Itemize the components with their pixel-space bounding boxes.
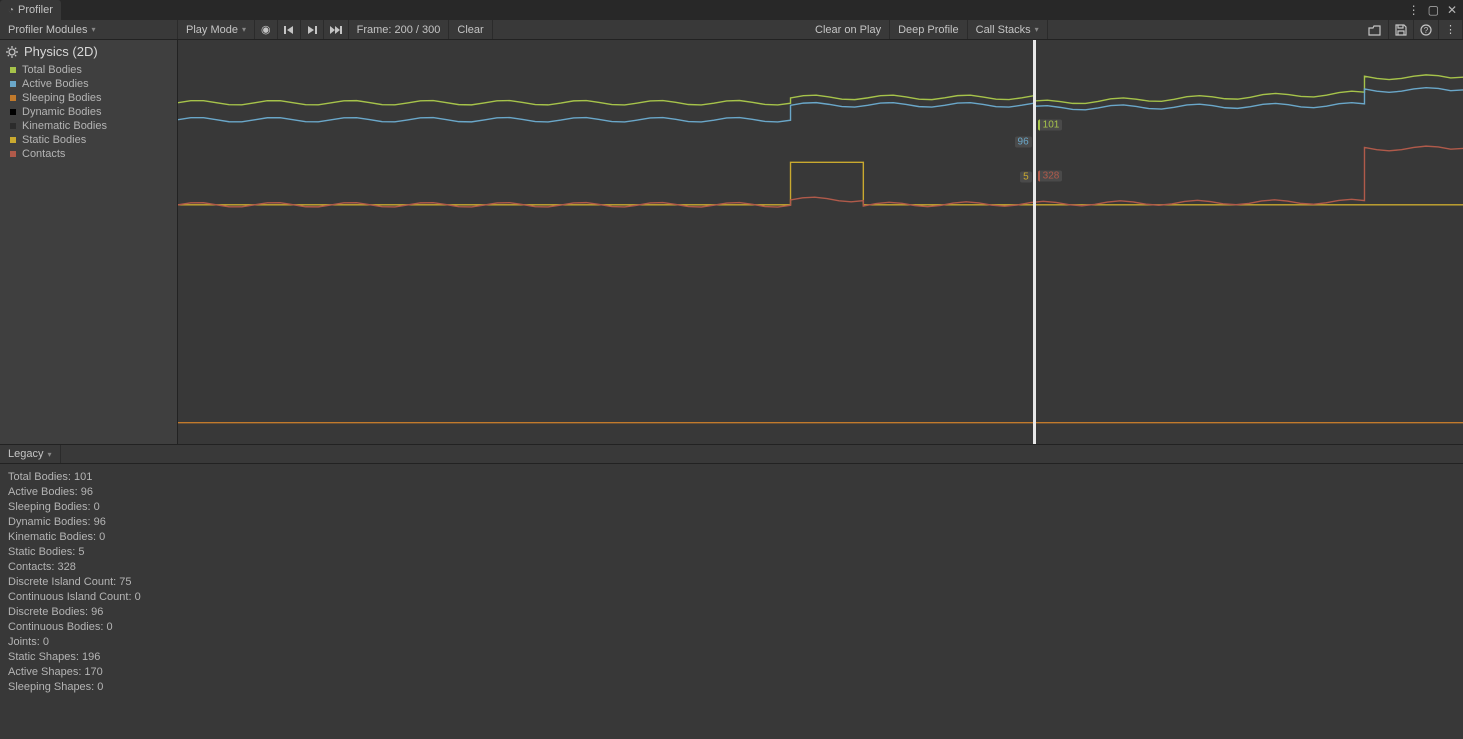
- frame-indicator: Frame: 200 / 300: [349, 20, 450, 39]
- legend-swatch: [10, 123, 16, 129]
- detail-line: Active Bodies: 96: [8, 485, 1455, 500]
- detail-line: Static Shapes: 196: [8, 650, 1455, 665]
- chart-area[interactable]: 96 5 101 328: [178, 40, 1463, 444]
- record-button[interactable]: ◉: [255, 20, 278, 39]
- legend-label: Static Bodies: [22, 134, 86, 146]
- detail-line: Discrete Island Count: 75: [8, 575, 1455, 590]
- call-stacks-dropdown[interactable]: Call Stacks: [968, 20, 1048, 39]
- detail-line: Joints: 0: [8, 635, 1455, 650]
- detail-line: Discrete Bodies: 96: [8, 605, 1455, 620]
- chart-svg: [178, 40, 1463, 444]
- legend-label: Kinematic Bodies: [22, 120, 107, 132]
- menu-icon[interactable]: ⋮: [1439, 20, 1463, 39]
- play-mode-dropdown[interactable]: Play Mode: [178, 20, 255, 39]
- chart-series: [178, 88, 1463, 122]
- legend-swatch: [10, 67, 16, 73]
- legend-item[interactable]: Static Bodies: [0, 133, 177, 147]
- profiler-tab[interactable]: ◔ Profiler: [0, 0, 61, 20]
- legend-item[interactable]: Kinematic Bodies: [0, 119, 177, 133]
- legend-swatch: [10, 109, 16, 115]
- detail-line: Kinematic Bodies: 0: [8, 530, 1455, 545]
- legacy-dropdown[interactable]: Legacy: [0, 445, 61, 463]
- current-frame-button[interactable]: [324, 20, 349, 39]
- help-icon[interactable]: ?: [1414, 20, 1439, 39]
- legend-item[interactable]: Sleeping Bodies: [0, 91, 177, 105]
- legend-label: Contacts: [22, 148, 65, 160]
- detail-line: Dynamic Bodies: 96: [8, 515, 1455, 530]
- legend-label: Total Bodies: [22, 64, 82, 76]
- legend-label: Active Bodies: [22, 78, 89, 90]
- svg-text:?: ?: [1424, 26, 1429, 35]
- legend-swatch: [10, 95, 16, 101]
- save-icon[interactable]: [1389, 20, 1414, 39]
- clear-on-play-button[interactable]: Clear on Play: [807, 20, 890, 39]
- close-icon[interactable]: ✕: [1447, 3, 1457, 17]
- legend-item[interactable]: Contacts: [0, 147, 177, 161]
- toolbar: Profiler Modules Play Mode ◉ Frame: 200 …: [0, 20, 1463, 40]
- legend-swatch: [10, 151, 16, 157]
- detail-line: Sleeping Shapes: 0: [8, 680, 1455, 695]
- cursor-value-label: 96: [1015, 136, 1032, 147]
- details-panel: Total Bodies: 101Active Bodies: 96Sleepi…: [0, 464, 1463, 739]
- next-frame-button[interactable]: [301, 20, 324, 39]
- gear-icon: [6, 46, 18, 58]
- legend-swatch: [10, 81, 16, 87]
- profiler-icon: ◔: [8, 5, 14, 16]
- profiler-modules-dropdown[interactable]: Profiler Modules: [0, 20, 178, 39]
- detail-line: Contacts: 328: [8, 560, 1455, 575]
- module-title: Physics (2D): [24, 44, 98, 59]
- legend-item[interactable]: Dynamic Bodies: [0, 105, 177, 119]
- tab-bar: ◔ Profiler ⋮ ▢ ✕: [0, 0, 1463, 20]
- load-icon[interactable]: [1362, 20, 1389, 39]
- main-area: Physics (2D) Total Bodies Active Bodies Sl…: [0, 40, 1463, 444]
- clear-button[interactable]: Clear: [449, 20, 492, 39]
- profiler-tab-label: Profiler: [18, 4, 53, 16]
- detail-line: Continuous Island Count: 0: [8, 590, 1455, 605]
- deep-profile-button[interactable]: Deep Profile: [890, 20, 968, 39]
- cursor-value-label: 328: [1038, 170, 1063, 181]
- details-toolbar: Legacy: [0, 444, 1463, 464]
- legend-item[interactable]: Active Bodies: [0, 77, 177, 91]
- chart-series: [178, 75, 1463, 105]
- detail-line: Sleeping Bodies: 0: [8, 500, 1455, 515]
- window-buttons: ⋮ ▢ ✕: [1402, 0, 1463, 20]
- maximize-icon[interactable]: ▢: [1428, 3, 1439, 17]
- legend-label: Dynamic Bodies: [22, 106, 101, 118]
- legend-swatch: [10, 137, 16, 143]
- chart-series: [178, 146, 1463, 207]
- legend-item[interactable]: Total Bodies: [0, 63, 177, 77]
- legend-label: Sleeping Bodies: [22, 92, 102, 104]
- sidebar: Physics (2D) Total Bodies Active Bodies Sl…: [0, 40, 178, 444]
- detail-line: Continuous Bodies: 0: [8, 620, 1455, 635]
- detail-line: Static Bodies: 5: [8, 545, 1455, 560]
- module-title-row[interactable]: Physics (2D): [0, 40, 177, 63]
- frame-cursor[interactable]: [1033, 40, 1036, 444]
- detail-line: Total Bodies: 101: [8, 470, 1455, 485]
- detail-line: Active Shapes: 170: [8, 665, 1455, 680]
- cursor-value-label: 101: [1038, 119, 1063, 130]
- options-icon[interactable]: ⋮: [1408, 3, 1420, 17]
- prev-frame-button[interactable]: [278, 20, 301, 39]
- cursor-value-label: 5: [1020, 172, 1032, 183]
